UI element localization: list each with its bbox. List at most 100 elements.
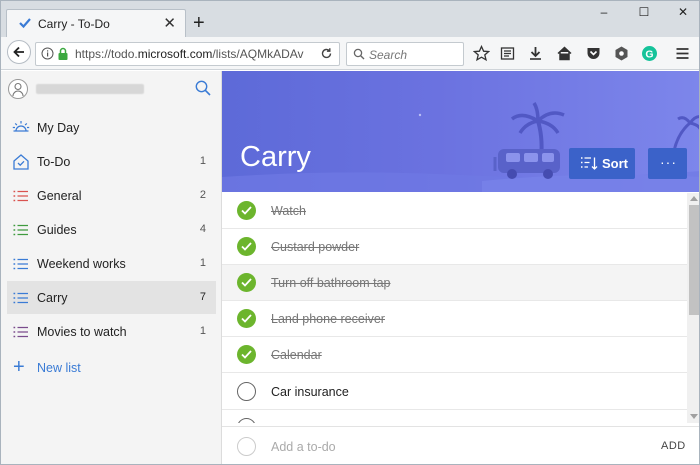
grammarly-letter: G	[645, 48, 653, 60]
navigation-bar: https://todo.microsoft.com/lists/AQMkADA…	[1, 37, 699, 70]
close-tab-icon[interactable]: ✕	[163, 14, 176, 32]
download-icon[interactable]	[527, 45, 544, 62]
scroll-thumb[interactable]	[689, 205, 699, 315]
address-bar[interactable]: https://todo.microsoft.com/lists/AQMkADA…	[35, 42, 340, 66]
list-icon	[13, 326, 28, 338]
sidebar-item-carry[interactable]: Carry 7	[7, 281, 216, 314]
list-header-banner: Carry Sort ···	[222, 71, 699, 192]
sidebar-item-label: To-Do	[37, 155, 71, 169]
completed-check-icon[interactable]	[237, 309, 256, 328]
scroll-up-arrow-icon[interactable]	[690, 196, 698, 201]
sidebar-item-label: Guides	[37, 223, 77, 237]
plus-icon: +	[13, 356, 25, 378]
lock-icon	[58, 47, 68, 60]
search-placeholder: Search	[369, 48, 408, 62]
task-row[interactable]: Car insurance	[222, 374, 687, 410]
list-icon	[13, 190, 28, 202]
add-todo-input[interactable]: Add a to-do	[271, 440, 336, 454]
sidebar-item-label: My Day	[37, 121, 80, 135]
task-title[interactable]: Custard powder	[271, 240, 359, 254]
back-arrow-icon	[13, 46, 24, 58]
sidebar-item-count: 7	[199, 291, 206, 303]
task-row[interactable]: Turn off bathroom tap	[222, 265, 687, 301]
reload-icon[interactable]	[320, 47, 333, 60]
sidebar-item-count: 4	[199, 223, 206, 235]
url-host: microsoft.com	[137, 47, 213, 61]
sort-button[interactable]: Sort	[569, 148, 635, 179]
minimize-button[interactable]: –	[590, 5, 618, 23]
browser-tab[interactable]: Carry - To-Do ✕	[6, 9, 186, 37]
list-title: Carry	[240, 141, 311, 173]
sidebar-item-movies-to-watch[interactable]: Movies to watch 1	[7, 315, 216, 348]
url-text: https://todo.microsoft.com/lists/AQMkADA…	[75, 47, 304, 61]
sidebar-item-general[interactable]: General 2	[7, 179, 216, 212]
list-icon	[13, 258, 28, 270]
task-list: Watch Custard powder Turn off bathroom t…	[222, 193, 687, 423]
account-name-redacted	[36, 84, 144, 94]
add-circle-icon	[237, 437, 256, 456]
tab-strip: Carry - To-Do ✕ + – ☐ ✕	[1, 1, 699, 37]
grammarly-icon[interactable]: G	[641, 45, 658, 62]
menu-icon[interactable]	[674, 45, 691, 62]
close-window-button[interactable]: ✕	[669, 5, 697, 23]
tab-title: Carry - To-Do	[38, 17, 110, 31]
sort-icon	[581, 157, 598, 170]
sidebar-item-weekend-works[interactable]: Weekend works 1	[7, 247, 216, 280]
list-icon	[13, 224, 28, 236]
task-title[interactable]: Land phone receiver	[271, 312, 385, 326]
sidebar-item-label: General	[37, 189, 82, 203]
maximize-button[interactable]: ☐	[630, 5, 658, 23]
task-title[interactable]: Watch	[271, 204, 306, 218]
task-row[interactable]: Custard powder	[222, 229, 687, 265]
task-title[interactable]: Car insurance	[271, 385, 349, 399]
new-tab-button[interactable]: +	[193, 13, 205, 33]
search-bar[interactable]: Search	[346, 42, 464, 66]
task-title[interactable]: Turn off bathroom tap	[271, 276, 391, 290]
sidebar: My Day To-Do 1 General 2 Guides 4 Weeken…	[1, 71, 222, 464]
sidebar-item-count: 1	[199, 325, 206, 337]
sidebar-item-label: Weekend works	[37, 257, 126, 271]
scroll-down-arrow-icon[interactable]	[690, 414, 698, 419]
avatar[interactable]	[8, 79, 28, 99]
search-icon	[353, 48, 365, 60]
incomplete-circle-icon[interactable]	[237, 418, 256, 423]
extension-icon[interactable]	[613, 45, 630, 62]
completed-check-icon[interactable]	[237, 201, 256, 220]
sidebar-item-label: Carry	[37, 291, 68, 305]
sidebar-item-count: 2	[199, 189, 206, 201]
browser-window: Carry - To-Do ✕ + – ☐ ✕ https://todo.mic…	[0, 0, 700, 465]
home-list-icon	[13, 154, 29, 170]
task-row[interactable]: Watch	[222, 193, 687, 229]
add-todo-row: Add a to-do ADD	[222, 426, 699, 464]
info-icon[interactable]	[41, 47, 54, 60]
back-button[interactable]	[7, 40, 31, 64]
account-row[interactable]	[1, 71, 222, 107]
sidebar-item-guides[interactable]: Guides 4	[7, 213, 216, 246]
more-options-button[interactable]: ···	[648, 148, 687, 179]
pocket-icon[interactable]	[585, 45, 602, 62]
sidebar-item-count: 1	[199, 257, 206, 269]
add-button[interactable]: ADD	[661, 440, 686, 452]
url-prefix: https://todo.	[75, 47, 138, 61]
more-icon: ···	[660, 154, 677, 170]
reading-list-icon[interactable]	[499, 45, 516, 62]
sort-label: Sort	[602, 156, 628, 171]
home-icon[interactable]	[556, 45, 573, 62]
url-path: /lists/AQMkADAv	[212, 47, 304, 61]
completed-check-icon[interactable]	[237, 237, 256, 256]
task-title[interactable]: Calendar	[271, 348, 322, 362]
search-icon[interactable]	[194, 79, 212, 97]
task-row[interactable]: Land phone receiver	[222, 301, 687, 337]
sun-icon	[12, 121, 30, 132]
completed-check-icon[interactable]	[237, 273, 256, 292]
new-list-button[interactable]: + New list	[7, 351, 216, 384]
new-list-label: New list	[37, 361, 81, 375]
incomplete-circle-icon[interactable]	[237, 382, 256, 401]
sidebar-item-my-day[interactable]: My Day	[7, 111, 216, 144]
completed-check-icon[interactable]	[237, 345, 256, 364]
task-list-scrollbar[interactable]	[687, 193, 699, 423]
task-row-partial[interactable]	[222, 410, 687, 423]
star-icon[interactable]	[473, 45, 490, 62]
task-row[interactable]: Calendar	[222, 337, 687, 373]
sidebar-item-to-do[interactable]: To-Do 1	[7, 145, 216, 178]
